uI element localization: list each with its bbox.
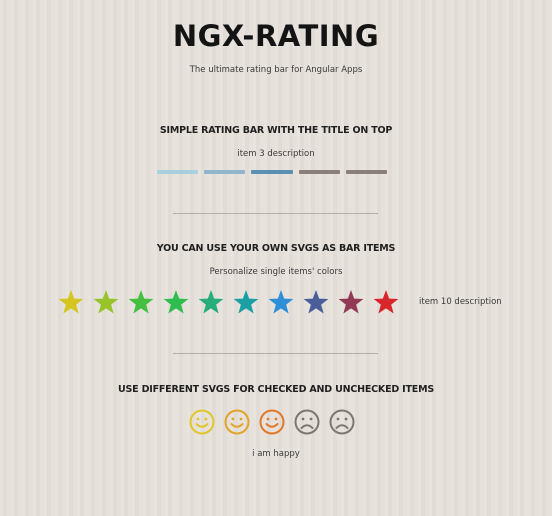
star-icon[interactable] — [56, 287, 86, 317]
star-icon[interactable] — [371, 287, 401, 317]
star-icon[interactable] — [266, 287, 296, 317]
star-item-description: item 10 description — [419, 297, 502, 307]
section-divider — [173, 213, 378, 214]
star-icon[interactable] — [91, 287, 121, 317]
star-icon[interactable] — [301, 287, 331, 317]
happy-face-icon[interactable] — [221, 406, 253, 438]
rating-bar-item[interactable] — [251, 170, 293, 174]
happy-face-icon[interactable] — [186, 406, 218, 438]
svg-section-title: YOU CAN USE YOUR OWN SVGS AS BAR ITEMS — [156, 243, 396, 254]
star-icon[interactable] — [126, 287, 156, 317]
face-item-description: i am happy — [252, 449, 300, 459]
star-icon[interactable] — [336, 287, 366, 317]
star-icon[interactable] — [196, 287, 226, 317]
face-rating-bar[interactable] — [186, 406, 358, 438]
page-subtitle: The ultimate rating bar for Angular Apps — [189, 65, 363, 75]
faces-section-title: USE DIFFERENT SVGS FOR CHECKED AND UNCHE… — [118, 384, 434, 395]
rating-bar-item[interactable] — [157, 170, 199, 174]
section-divider — [173, 353, 378, 354]
page-title: NGX-RATING — [172, 19, 380, 53]
svg-section-subtitle: Personalize single items' colors — [209, 267, 343, 277]
rating-bar[interactable] — [157, 170, 388, 176]
rating-bar-item[interactable] — [345, 170, 388, 174]
sad-face-icon[interactable] — [291, 406, 323, 438]
bar-item-description: item 3 description — [237, 149, 315, 159]
star-icon[interactable] — [161, 287, 191, 317]
rating-bar-item[interactable] — [204, 170, 246, 174]
star-icon[interactable] — [231, 287, 261, 317]
bar-section-title: SIMPLE RATING BAR WITH THE TITLE ON TOP — [159, 125, 393, 136]
sad-face-icon[interactable] — [326, 406, 358, 438]
happy-face-icon[interactable] — [256, 406, 288, 438]
star-rating-bar[interactable] — [56, 287, 401, 317]
rating-bar-item[interactable] — [298, 170, 340, 174]
